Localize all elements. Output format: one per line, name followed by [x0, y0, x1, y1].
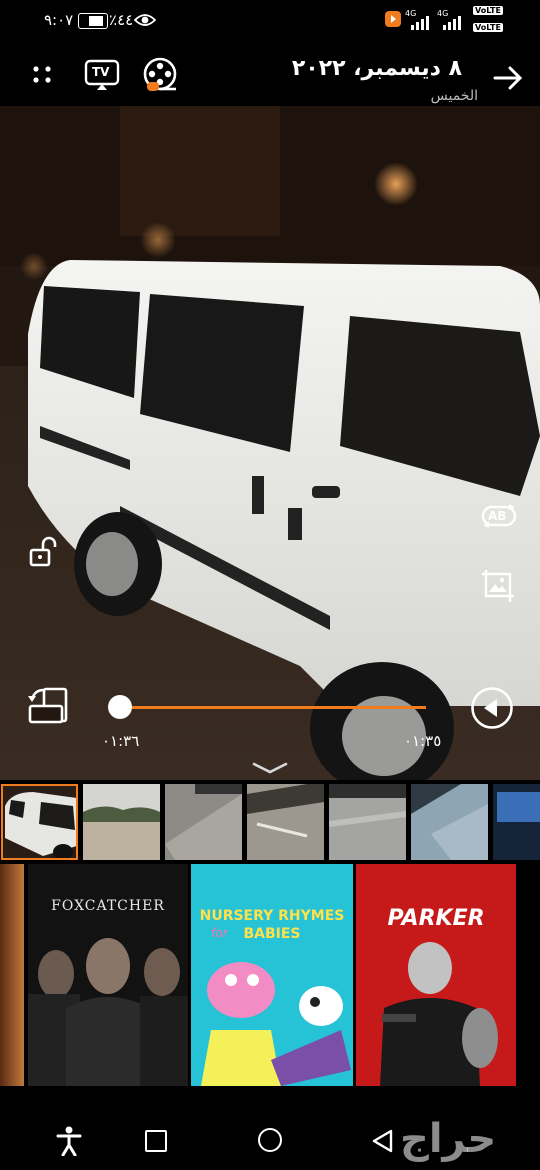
recents-button[interactable] — [145, 1130, 167, 1152]
seek-bar-track[interactable] — [120, 706, 426, 709]
total-duration: ٠١:٣٦ — [102, 732, 140, 750]
poster-partial[interactable] — [0, 864, 24, 1086]
filmstrip-thumb-blue-screen[interactable] — [493, 784, 540, 860]
more-dots-icon — [33, 66, 51, 83]
battery-percent: ٪٤٤ — [109, 11, 134, 29]
film-reel-icon — [143, 57, 177, 91]
poster-parker-image — [380, 942, 498, 1086]
van-photo-image — [0, 106, 540, 780]
ab-label: AB — [488, 509, 507, 523]
eye-icon — [134, 14, 156, 26]
filmstrip-thumb-blue-floor[interactable] — [411, 784, 488, 860]
unlock-icon — [29, 536, 57, 567]
signal-icon — [411, 16, 429, 30]
seek-bar-thumb[interactable] — [108, 695, 132, 719]
image-capture-icon — [482, 570, 514, 602]
movie-maker-button[interactable] — [142, 56, 180, 94]
cast-tv-button[interactable]: TV — [84, 58, 120, 92]
video-frame[interactable]: AB ٠١:٣٦ ٠١:٣٥ — [0, 106, 540, 780]
rotate-screen-button[interactable] — [26, 686, 72, 726]
accessibility-button[interactable] — [54, 1124, 84, 1158]
poster-nursery-line3: BABIES — [243, 926, 301, 942]
filmstrip-thumb-grey-floor[interactable] — [329, 784, 406, 860]
filmstrip — [0, 782, 540, 862]
volte-badge-1: VoLTE — [473, 6, 503, 15]
filmstrip-thumb-trees[interactable] — [83, 784, 160, 860]
arrow-right-icon — [493, 66, 523, 90]
battery-icon — [78, 13, 108, 29]
screen-rotate-icon — [28, 687, 68, 724]
poster-nursery-rhymes[interactable]: NURSERY RHYMES for BABIES — [191, 864, 353, 1086]
filmstrip-thumb-selected[interactable] — [1, 784, 78, 860]
poster-nursery-line1: NURSERY RHYMES — [199, 908, 345, 924]
play-circle-icon — [471, 687, 513, 729]
chevron-down-icon — [252, 762, 288, 774]
system-nav-bar: حراج — [0, 1086, 540, 1170]
poster-parker[interactable]: PARKER — [356, 864, 516, 1086]
ab-repeat-button[interactable]: AB — [480, 502, 518, 530]
volte-badge-2: VoLTE — [473, 23, 503, 32]
capture-frame-button[interactable] — [480, 568, 516, 604]
play-button[interactable] — [470, 686, 514, 730]
home-button[interactable] — [258, 1128, 282, 1152]
expand-filmstrip-button[interactable] — [250, 758, 290, 778]
poster-nursery-image — [201, 962, 351, 1086]
accessibility-icon — [56, 1126, 82, 1156]
photo-weekday: الخميس — [430, 88, 478, 104]
rotation-lock-button[interactable] — [26, 534, 60, 570]
filmstrip-thumb-stone[interactable] — [165, 784, 242, 860]
poster-row: FOXCATCHER NURSERY RHYMES for BABIES PAR… — [0, 864, 540, 1086]
poster-parker-title: PARKER — [387, 906, 485, 931]
elapsed-time: ٠١:٣٥ — [404, 732, 442, 750]
back-nav-button[interactable] — [370, 1128, 396, 1154]
app-notification-icon — [385, 11, 401, 27]
triangle-back-icon — [372, 1129, 393, 1153]
top-app-bar: TV ٨ ديسمبر، ٢٠٢٢ الخميس — [0, 42, 540, 106]
filmstrip-thumb-floor[interactable] — [247, 784, 324, 860]
back-button[interactable] — [490, 62, 526, 94]
tv-label: TV — [92, 65, 110, 79]
haraj-watermark: حراج — [400, 1116, 497, 1162]
signal-icon-2 — [443, 16, 461, 30]
photo-date-title: ٨ ديسمبر، ٢٠٢٢ — [291, 56, 462, 81]
poster-foxcatcher[interactable]: FOXCATCHER — [28, 864, 188, 1086]
poster-foxcatcher-title: FOXCATCHER — [51, 898, 165, 914]
more-options-button[interactable] — [26, 58, 58, 90]
status-bar: ٩:٠٧ ٪٤٤ 4G 4G VoLTE VoLTE — [0, 0, 540, 42]
clock: ٩:٠٧ — [44, 11, 74, 29]
poster-foxcatcher-image — [28, 938, 188, 1086]
poster-partial-title — [0, 864, 24, 1086]
